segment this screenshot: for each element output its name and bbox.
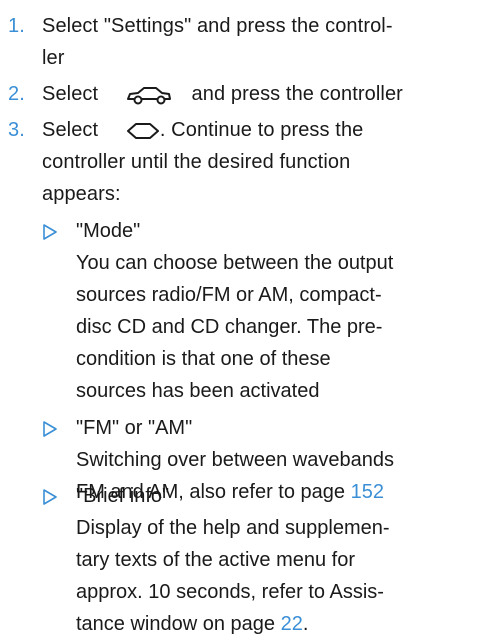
step-instruction: . Continue to press the [159,119,364,141]
option-title: "Brief info" [76,485,170,507]
car-icon [126,84,172,106]
diamond-icon [126,122,160,140]
option-line: approx. 10 seconds, refer to Assis- [76,581,384,603]
option-text: "Mode" You can choose between the output… [76,215,393,407]
triangle-bullet-icon [43,489,57,505]
option-line: sources has been activated [76,380,320,402]
manual-page: 1. Select "Settings" and press the contr… [0,0,490,635]
step-text: Select "Settings" and press the control-… [42,10,482,74]
step-line: ler [42,47,65,69]
triangle-bullet-icon [43,421,57,437]
option-title: "FM" or "AM" [76,417,193,439]
option-line: condition is that one of these [76,348,331,370]
option-line: disc CD and CD changer. The pre- [76,316,383,338]
option-text: "Brief info" Display of the help and sup… [76,480,390,640]
option-line: tance window on page 22. [76,608,390,640]
step-line: controller until the desired function [42,151,351,173]
step-number: 3. [8,119,25,141]
option-line: Switching over between wavebands [76,449,394,471]
step-line: appears: [42,183,121,205]
step-number: 2. [8,83,25,105]
step-number: 1. [8,15,25,37]
step-line: Select . Continue to press the [42,114,482,146]
option-line: You can choose between the output [76,252,394,274]
step-text: Select . Continue to press the controlle… [42,114,482,210]
option-line: sources radio/FM or AM, compact- [76,284,382,306]
page-reference-link[interactable]: 22 [281,613,303,635]
step-select-word: Select [42,83,99,105]
option-line: tary texts of the active menu for [76,549,356,571]
step-line: Select "Settings" and press the control- [42,15,393,37]
option-text-suffix: . [302,613,309,635]
option-text-prefix: tance window on page [76,613,281,635]
option-title: "Mode" [76,220,141,242]
step-select-word: Select [42,119,99,141]
step-line: Select and press the controller [42,78,482,110]
step-instruction: and press the controller [191,83,403,105]
triangle-bullet-icon [43,224,57,240]
option-line: Display of the help and supplemen- [76,517,390,539]
step-text: Select and press the controller [42,78,482,110]
